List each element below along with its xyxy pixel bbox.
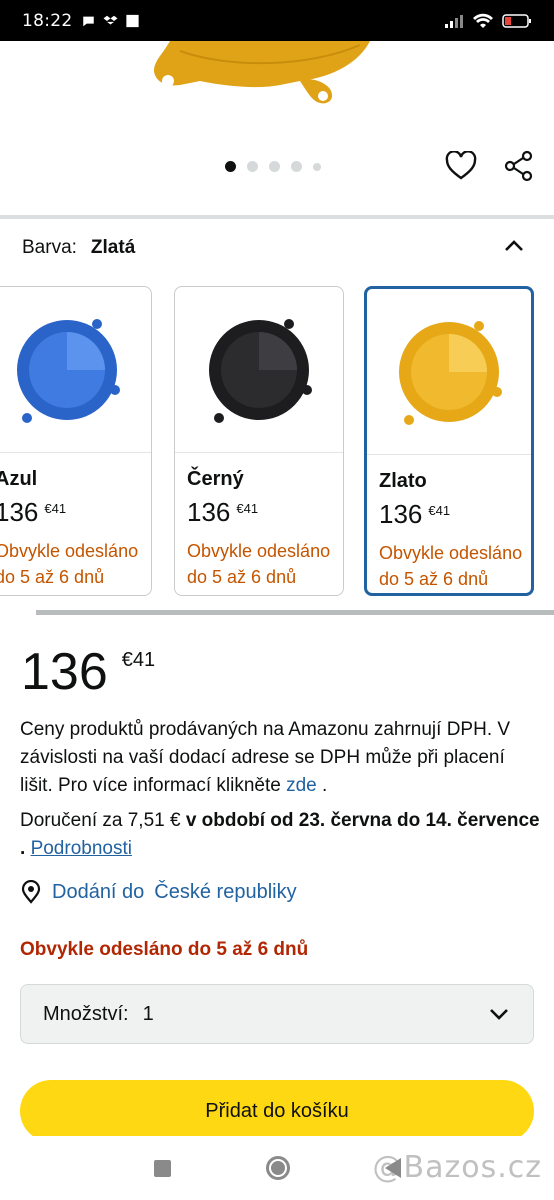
quantity-label: Množství: xyxy=(43,1002,129,1025)
dropbox-icon xyxy=(103,15,117,24)
product-image-gallery[interactable] xyxy=(0,41,554,216)
price-cents: €41 xyxy=(121,649,156,671)
swatch-image xyxy=(175,287,343,453)
watermark: @Bazos.cz xyxy=(372,1150,542,1185)
share-button[interactable] xyxy=(502,149,536,183)
clutch-cover-image xyxy=(17,318,120,423)
color-swatches[interactable]: Azul 136 €41 Obvykle odesláno do 5 až 6 … xyxy=(0,286,554,598)
delivery-price: Doručení za 7,51 € xyxy=(20,810,181,831)
gallery-dot[interactable] xyxy=(313,162,321,171)
swatch-image xyxy=(0,287,151,453)
status-right xyxy=(444,13,532,29)
notification-icons xyxy=(81,14,140,28)
deliver-to-country: České republiky xyxy=(154,880,297,903)
gallery-dots xyxy=(225,161,321,172)
tax-note-text: Ceny produktů prodávaných na Amazonu zah… xyxy=(20,719,511,796)
heart-icon xyxy=(445,151,477,180)
swatch-price-cents: €41 xyxy=(428,503,451,518)
swatch-price-whole: 136 xyxy=(379,499,423,529)
gallery-dot[interactable] xyxy=(269,161,280,172)
chevron-down-icon xyxy=(490,1009,508,1020)
gallery-dot[interactable] xyxy=(247,161,258,172)
product-price: 136 €41 xyxy=(21,645,155,699)
status-bar: 18:22 xyxy=(0,0,554,41)
clutch-cover-image xyxy=(209,318,312,423)
tax-info-link[interactable]: zde xyxy=(286,775,317,796)
deliver-to-location[interactable]: Dodání do České republiky xyxy=(20,880,297,904)
swatch-name: Černý xyxy=(187,468,244,490)
selected-color-value: Zlatá xyxy=(90,237,136,258)
swatch-cerny[interactable]: Černý 136 €41 Obvykle odesláno do 5 až 6… xyxy=(174,286,344,596)
chevron-up-icon xyxy=(505,240,523,251)
recent-apps-button[interactable] xyxy=(153,1159,171,1177)
deliver-to-label: Dodání do xyxy=(52,880,145,903)
swatch-zlato[interactable]: Zlato 136 €41 Obvykle odesláno do 5 až 6… xyxy=(364,286,534,596)
product-image[interactable] xyxy=(140,41,400,107)
battery-icon xyxy=(502,13,531,28)
swatch-image xyxy=(367,289,531,455)
add-to-cart-button[interactable]: Přidat do košíku xyxy=(20,1080,534,1142)
swatch-shipping: Obvykle odesláno do 5 až 6 dnů xyxy=(0,541,139,587)
swatch-price-cents: €41 xyxy=(236,501,259,516)
home-button[interactable] xyxy=(265,1156,290,1180)
clutch-cover-image xyxy=(399,320,502,425)
color-label: Barva: xyxy=(22,237,77,258)
delivery-details-link[interactable]: Podrobnosti xyxy=(31,838,132,859)
swatch-shipping: Obvykle odesláno do 5 až 6 dnů xyxy=(379,543,523,589)
wifi-icon xyxy=(473,13,493,28)
delivery-window: v období od 23. června do 14. července xyxy=(185,810,540,831)
image-actions xyxy=(444,149,536,183)
wishlist-button[interactable] xyxy=(444,149,478,183)
swatch-price-cents: €41 xyxy=(44,501,67,516)
delivery-info: Doručení za 7,51 € v období od 23. červn… xyxy=(20,807,540,863)
share-icon xyxy=(504,150,533,182)
tax-note: Ceny produktů prodávaných na Amazonu zah… xyxy=(20,716,540,800)
swatch-price: 136 €41 xyxy=(187,497,343,528)
app-icon xyxy=(125,14,139,27)
gallery-dot[interactable] xyxy=(291,161,302,172)
delivery-separator: . xyxy=(20,838,26,859)
swatch-price: 136 €41 xyxy=(379,499,531,530)
collapse-button[interactable] xyxy=(502,236,526,261)
chat-icon xyxy=(82,16,94,26)
gallery-dot[interactable] xyxy=(225,161,236,172)
section-divider xyxy=(0,215,554,219)
tax-note-end: . xyxy=(322,775,328,796)
swatch-price-whole: 136 xyxy=(0,497,39,527)
swatch-price: 136 €41 xyxy=(0,497,151,528)
quantity-value: 1 xyxy=(142,1002,154,1025)
availability-message: Obvykle odesláno do 5 až 6 dnů xyxy=(20,939,309,960)
status-time: 18:22 xyxy=(22,10,73,31)
swatch-azul[interactable]: Azul 136 €41 Obvykle odesláno do 5 až 6 … xyxy=(0,286,152,596)
swatch-shipping: Obvykle odesláno do 5 až 6 dnů xyxy=(187,541,331,587)
scrollbar-thumb[interactable] xyxy=(36,610,554,615)
swatch-scrollbar[interactable] xyxy=(0,610,554,616)
swatch-name: Azul xyxy=(0,468,38,490)
location-pin-icon xyxy=(21,880,41,904)
color-selector-header[interactable]: Barva: Zlatá xyxy=(22,237,135,259)
signal-icon xyxy=(445,14,463,28)
swatch-name: Zlato xyxy=(379,470,427,492)
price-whole: 136 xyxy=(21,643,108,701)
quantity-select[interactable]: Množství: 1 xyxy=(20,984,534,1044)
swatch-price-whole: 136 xyxy=(187,497,231,527)
